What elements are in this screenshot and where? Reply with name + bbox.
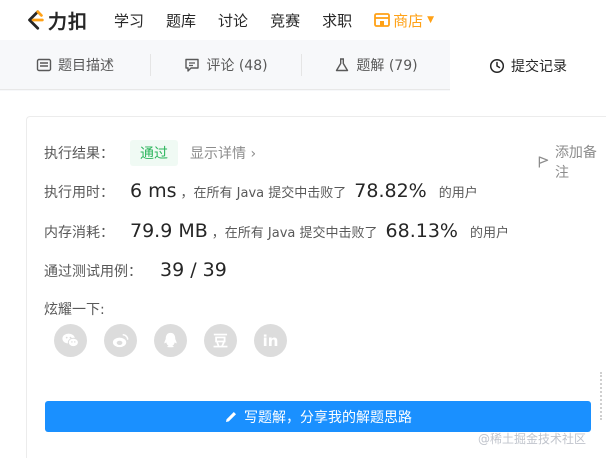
runtime-suffix: 的用户 [438,186,478,201]
tab-description[interactable]: 题目描述 [0,40,150,90]
wechat-icon [62,333,79,348]
tab-solutions-label: 题解 (79) [356,58,418,74]
chevron-down-icon: ▼ [427,15,435,25]
nav-item-contest[interactable]: 竞赛 [270,10,300,31]
add-note-label: 添加备注 [554,145,597,181]
leetcode-logo-icon [28,10,44,30]
memory-row: 内存消耗： 79.9 MB ，在所有 Java 提交中击败了 68.13% 的用… [44,220,509,242]
logo-text: 力扣 [48,10,89,33]
qq-icon [164,332,177,348]
share-wechat-button[interactable] [54,324,87,357]
tests-value: 39 / 39 [160,259,227,281]
status-badge: 通过 [130,140,178,166]
flag-icon [538,156,549,168]
result-row: 执行结果： 通过 显示详情 › [44,140,256,166]
share-buttons: 豆 in [54,324,304,357]
scroll-indicator[interactable] [600,372,604,420]
comment-icon [185,58,200,72]
flask-icon [336,58,349,72]
tab-comments-label: 评论 (48) [206,58,268,74]
tab-submissions[interactable]: 提交记录 [450,40,606,91]
share-qq-button[interactable] [154,324,187,357]
nav-item-learn[interactable]: 学习 [114,10,144,31]
show-details-link[interactable]: 显示详情 › [190,143,256,163]
share-linkedin-button[interactable]: in [254,324,287,357]
weibo-icon [112,334,129,348]
runtime-label: 执行用时： [44,185,114,201]
pencil-icon [226,411,236,422]
document-icon [36,58,52,72]
shop-icon [374,13,390,27]
tests-label: 通过测试用例： [44,264,142,280]
tab-bar: 题目描述 评论 (48) 题解 (79) 提交记录 [0,40,606,91]
memory-label: 内存消耗： [44,225,114,241]
tab-solutions[interactable]: 题解 (79) [302,40,450,90]
share-weibo-button[interactable] [104,324,137,357]
memory-suffix: 的用户 [469,226,509,241]
runtime-percent: 78.82% [354,180,427,202]
douban-icon: 豆 [212,332,228,350]
tests-row: 通过测试用例： 39 / 39 [44,259,227,281]
nav-item-problems[interactable]: 题库 [166,10,196,31]
shop-label: 商店 [393,11,424,30]
add-note-button[interactable]: 添加备注 [538,142,606,182]
top-nav: 力扣 学习 题库 讨论 竞赛 求职 商店 ▼ [0,0,606,40]
memory-percent: 68.13% [385,220,458,242]
watermark: @稀土掘金技术社区 [478,432,587,446]
result-label: 执行结果： [44,146,114,162]
share-row-label: 炫耀一下: [44,299,105,319]
logo[interactable]: 力扣 [24,7,88,34]
write-solution-label: 写题解，分享我的解题思路 [244,409,412,426]
write-solution-button[interactable]: 写题解，分享我的解题思路 [45,401,591,432]
memory-value: 79.9 MB [130,220,208,242]
linkedin-icon: in [262,331,279,350]
memory-beat-text: ，在所有 Java 提交中击败了 [211,226,378,241]
runtime-row: 执行用时： 6 ms ，在所有 Java 提交中击败了 78.82% 的用户 [44,180,478,202]
runtime-beat-text: ，在所有 Java 提交中击败了 [180,186,347,201]
nav-item-discuss[interactable]: 讨论 [218,10,248,31]
clock-icon [489,58,505,73]
share-label: 炫耀一下: [44,302,105,318]
tab-submissions-label: 提交记录 [511,58,567,75]
share-douban-button[interactable]: 豆 [204,324,237,357]
nav-item-shop[interactable]: 商店 ▼ [374,10,434,31]
nav-item-jobs[interactable]: 求职 [322,10,352,31]
runtime-value: 6 ms [130,180,177,202]
tab-description-label: 题目描述 [58,58,114,74]
tab-comments[interactable]: 评论 (48) [151,40,301,90]
